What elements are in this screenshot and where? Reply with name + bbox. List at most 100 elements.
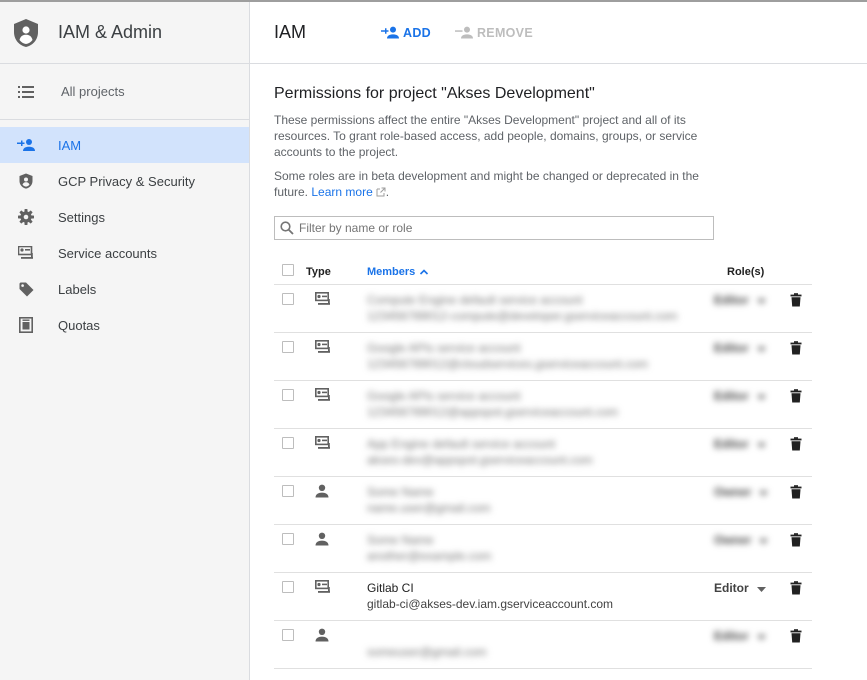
member-name: Compute Engine default service account [367,293,583,307]
sidebar-item-iam[interactable]: IAM [0,127,249,163]
role-dropdown[interactable]: Editor [714,293,766,307]
permissions-description: These permissions affect the entire "Aks… [274,113,698,159]
row-checkbox[interactable] [282,341,294,353]
col-roles-header: Role(s) [727,266,765,278]
row-checkbox[interactable] [282,581,294,593]
add-button-label: ADD [403,25,431,40]
shield-icon [17,172,35,190]
iam-shield-logo-icon [14,18,38,47]
dropdown-arrow-icon [751,485,769,499]
sidebar-item-quotas[interactable]: Quotas [0,307,249,343]
sidebar: IAM & Admin All projects IAM GCP Privacy… [0,2,250,680]
sidebar-item-label: Service accounts [58,245,157,261]
member-email: 123456789012@cloudservices.gserviceaccou… [367,357,649,371]
service-account-icon [315,436,331,455]
page-title: IAM [274,22,307,42]
sidebar-title: IAM & Admin [58,22,163,42]
service-account-icon [315,340,331,359]
role-label: Editor [714,341,749,355]
gear-icon [17,208,35,226]
delete-icon[interactable] [790,485,802,504]
filter-input[interactable] [299,221,699,235]
remove-button[interactable]: REMOVE [454,25,533,40]
service-account-icon [17,244,35,262]
delete-icon[interactable] [790,581,802,600]
permissions-content: Permissions for project "Akses Developme… [250,85,867,240]
member-email: akses-dev@appspot.gserviceaccount.com [367,453,593,467]
sidebar-item-label: GCP Privacy & Security [58,173,196,189]
filter-box[interactable] [274,216,714,240]
external-link-icon [376,187,386,197]
all-projects-link[interactable]: All projects [0,64,249,120]
person-add-icon [381,26,399,39]
sidebar-item-privacy-security[interactable]: GCP Privacy & Security [0,163,249,199]
role-label: Editor [714,581,749,595]
learn-more-link[interactable]: Learn more [311,185,372,199]
row-checkbox[interactable] [282,533,294,545]
sidebar-item-service-accounts[interactable]: Service accounts [0,235,249,271]
member-name: Some Name [367,533,434,547]
add-button[interactable]: ADD [381,26,431,40]
col-type-header: Type [306,266,331,278]
member-name: App Engine default service account [367,437,556,451]
sidebar-item-label: Settings [58,209,105,225]
role-label: Editor [714,293,749,307]
role-dropdown[interactable]: Editor [714,581,766,595]
search-icon [280,221,294,235]
remove-button-label: REMOVE [476,25,533,40]
member-email: name.user@gmail.com [367,501,491,515]
row-checkbox[interactable] [282,293,294,305]
sidebar-item-label: Quotas [58,317,100,333]
row-checkbox[interactable] [282,389,294,401]
member-name: Google APIs service account [367,341,521,355]
delete-icon[interactable] [790,533,802,552]
delete-icon[interactable] [790,437,802,456]
role-label: Owner [714,485,752,499]
row-checkbox[interactable] [282,437,294,449]
person-icon [315,532,329,551]
col-members-header[interactable]: Members [367,266,429,278]
role-dropdown[interactable]: Owner [714,533,769,547]
row-checkbox[interactable] [282,629,294,641]
table-row: Google APIs service account 123456789012@… [274,333,812,381]
member-name: Google APIs service account [367,389,521,403]
members-table: Type Members Role(s) Compute Engine defa… [274,258,812,669]
delete-icon[interactable] [790,341,802,360]
beta-note: Some roles are in beta development and m… [274,169,699,199]
sidebar-header: IAM & Admin [0,2,249,64]
table-row: Google APIs service account 123456789012@… [274,381,812,429]
role-dropdown[interactable]: Editor [714,341,766,355]
member-email: 123456789012-compute@developer.gservicea… [367,309,678,323]
select-all-checkbox[interactable] [282,264,294,276]
role-dropdown[interactable]: Editor [714,437,766,451]
delete-icon[interactable] [790,629,802,648]
table-row: App Engine default service account akses-… [274,429,812,477]
permissions-heading: Permissions for project "Akses Developme… [274,85,595,102]
dropdown-arrow-icon [749,629,766,643]
row-checkbox[interactable] [282,485,294,497]
member-name: Gitlab CI [367,581,414,595]
role-label: Editor [714,629,749,643]
dropdown-arrow-icon [751,533,769,547]
role-dropdown[interactable]: Editor [714,389,766,403]
person-remove-icon [454,26,473,39]
person-icon [315,484,329,503]
delete-icon[interactable] [790,389,802,408]
table-row: Some Name another@example.com Owner [274,525,812,573]
table-header: Type Members Role(s) [274,258,812,285]
role-dropdown[interactable]: Owner [714,485,769,499]
sidebar-item-settings[interactable]: Settings [0,199,249,235]
dropdown-arrow-icon [749,437,766,451]
member-email: 123456789012@appspot.gserviceaccount.com [367,405,619,419]
dropdown-arrow-icon [749,293,766,307]
table-row: someuser@gmail.com Editor [274,621,812,669]
role-label: Owner [714,533,752,547]
col-members-label: Members [367,266,416,278]
top-toolbar: IAM ADD REMOVE [250,2,867,64]
member-name: Some Name [367,485,434,499]
delete-icon[interactable] [790,293,802,312]
sidebar-item-labels[interactable]: Labels [0,271,249,307]
role-dropdown[interactable]: Editor [714,629,766,643]
person-add-icon [17,136,35,154]
role-label: Editor [714,437,749,451]
